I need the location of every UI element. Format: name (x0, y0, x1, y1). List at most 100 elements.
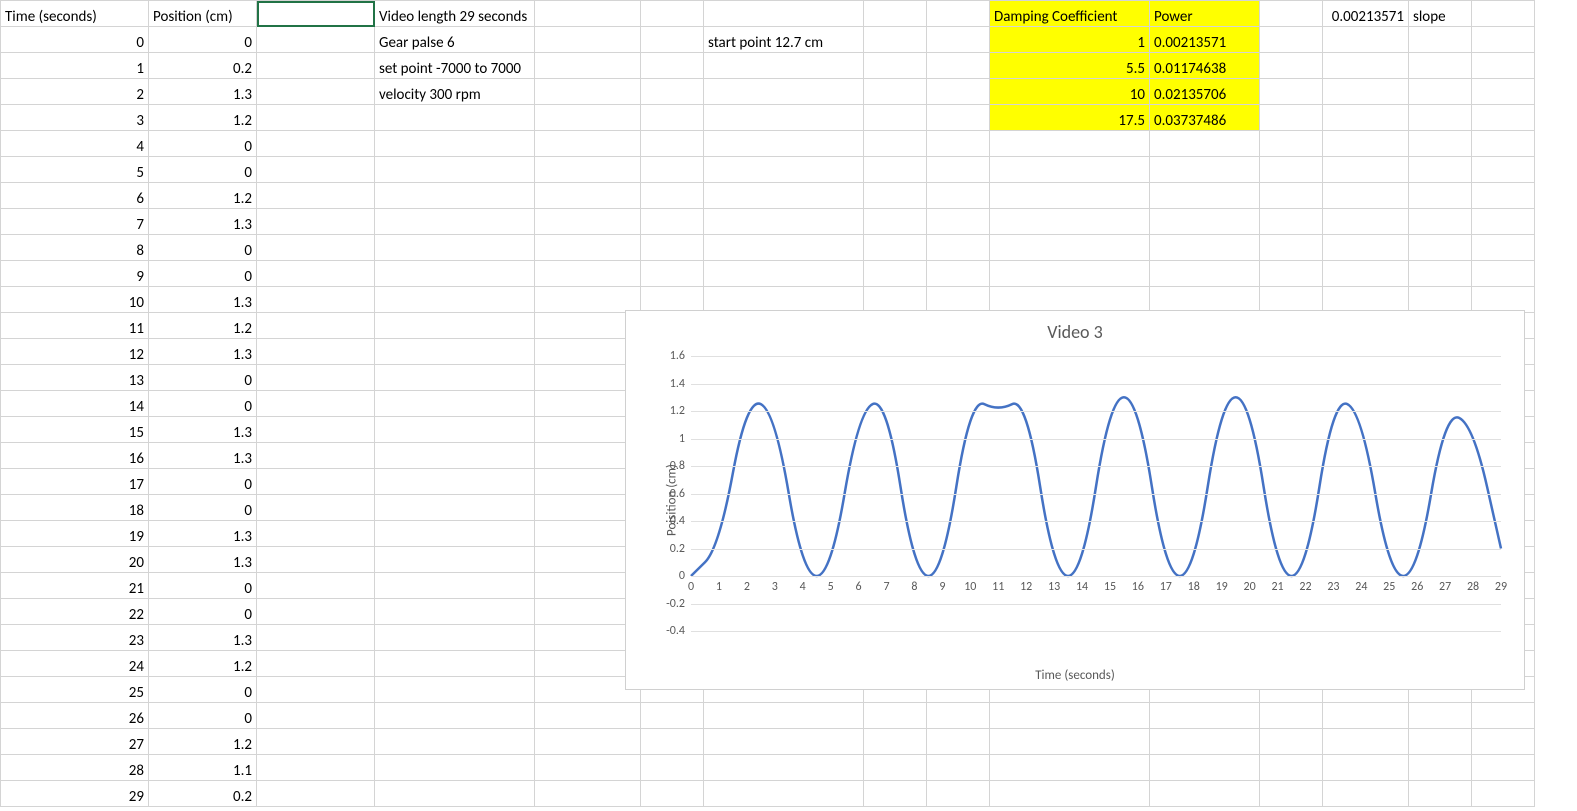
cell[interactable] (1323, 755, 1409, 781)
cell[interactable] (1323, 729, 1409, 755)
cell[interactable] (375, 261, 535, 287)
cell[interactable] (1260, 729, 1323, 755)
cell[interactable] (1472, 261, 1535, 287)
cell[interactable] (535, 183, 641, 209)
position-value[interactable]: 1.2 (149, 105, 257, 131)
cell[interactable] (704, 183, 864, 209)
cell[interactable] (1472, 53, 1535, 79)
slope-label[interactable]: slope (1409, 1, 1472, 27)
cell[interactable] (864, 703, 927, 729)
cell[interactable] (864, 729, 927, 755)
cell[interactable] (1409, 287, 1472, 313)
position-value[interactable]: 0 (149, 391, 257, 417)
time-value[interactable]: 22 (1, 599, 149, 625)
cell[interactable] (375, 547, 535, 573)
cell[interactable] (704, 131, 864, 157)
position-value[interactable]: 1.2 (149, 313, 257, 339)
cell[interactable] (257, 209, 375, 235)
cell[interactable] (1323, 703, 1409, 729)
cell[interactable] (1409, 105, 1472, 131)
cell[interactable] (257, 339, 375, 365)
cell[interactable] (257, 417, 375, 443)
cell[interactable] (257, 391, 375, 417)
cell[interactable] (927, 105, 990, 131)
cell[interactable] (257, 469, 375, 495)
cell[interactable] (1150, 131, 1260, 157)
cell[interactable] (1260, 105, 1323, 131)
cell[interactable] (375, 105, 535, 131)
cell[interactable] (1472, 79, 1535, 105)
note-video-length[interactable]: Video length 29 seconds (375, 1, 535, 27)
cell[interactable] (641, 27, 704, 53)
cell[interactable] (1472, 755, 1535, 781)
cell[interactable] (375, 313, 535, 339)
cell[interactable] (1323, 157, 1409, 183)
cell[interactable] (864, 79, 927, 105)
cell[interactable] (257, 53, 375, 79)
cell[interactable] (704, 729, 864, 755)
damping-coeff[interactable]: 1 (990, 27, 1150, 53)
position-value[interactable]: 1.2 (149, 651, 257, 677)
cell[interactable] (704, 209, 864, 235)
note-velocity[interactable]: velocity 300 rpm (375, 79, 535, 105)
time-value[interactable]: 5 (1, 157, 149, 183)
cell[interactable] (1150, 157, 1260, 183)
time-value[interactable]: 18 (1, 495, 149, 521)
position-value[interactable]: 0 (149, 599, 257, 625)
position-value[interactable]: 1.3 (149, 79, 257, 105)
cell[interactable] (704, 1, 864, 27)
cell[interactable] (257, 573, 375, 599)
time-value[interactable]: 26 (1, 703, 149, 729)
cell[interactable] (927, 157, 990, 183)
note-gear-palse[interactable]: Gear palse 6 (375, 27, 535, 53)
cell[interactable] (535, 27, 641, 53)
cell[interactable] (1472, 105, 1535, 131)
cell[interactable] (257, 105, 375, 131)
cell[interactable] (641, 53, 704, 79)
cell[interactable] (535, 781, 641, 807)
position-value[interactable]: 0 (149, 677, 257, 703)
cell[interactable] (641, 105, 704, 131)
cell[interactable] (1150, 235, 1260, 261)
cell[interactable] (1409, 703, 1472, 729)
cell[interactable] (864, 209, 927, 235)
cell[interactable] (257, 27, 375, 53)
cell[interactable] (1260, 53, 1323, 79)
note-set-point[interactable]: set point -7000 to 7000 (375, 53, 535, 79)
cell[interactable] (375, 599, 535, 625)
cell[interactable] (375, 729, 535, 755)
position-value[interactable]: 1.1 (149, 755, 257, 781)
cell[interactable] (927, 183, 990, 209)
cell[interactable] (1323, 209, 1409, 235)
time-value[interactable]: 8 (1, 235, 149, 261)
cell[interactable] (257, 599, 375, 625)
cell[interactable] (375, 417, 535, 443)
cell[interactable] (1323, 183, 1409, 209)
cell[interactable] (375, 495, 535, 521)
cell[interactable] (864, 755, 927, 781)
cell[interactable] (1150, 729, 1260, 755)
cell[interactable] (257, 157, 375, 183)
cell[interactable] (1260, 755, 1323, 781)
cell[interactable] (535, 1, 641, 27)
cell[interactable] (864, 105, 927, 131)
position-value[interactable]: 0 (149, 365, 257, 391)
time-value[interactable]: 19 (1, 521, 149, 547)
time-value[interactable]: 6 (1, 183, 149, 209)
time-value[interactable]: 0 (1, 27, 149, 53)
cell[interactable] (704, 235, 864, 261)
cell[interactable] (1150, 781, 1260, 807)
cell[interactable] (535, 209, 641, 235)
cell[interactable] (927, 53, 990, 79)
cell[interactable] (1472, 729, 1535, 755)
cell[interactable] (864, 183, 927, 209)
cell[interactable] (535, 261, 641, 287)
time-value[interactable]: 15 (1, 417, 149, 443)
cell[interactable] (927, 209, 990, 235)
position-value[interactable]: 0 (149, 703, 257, 729)
cell[interactable] (257, 79, 375, 105)
damping-coeff[interactable]: 10 (990, 79, 1150, 105)
cell[interactable] (257, 313, 375, 339)
cell[interactable] (1409, 781, 1472, 807)
cell[interactable] (375, 183, 535, 209)
